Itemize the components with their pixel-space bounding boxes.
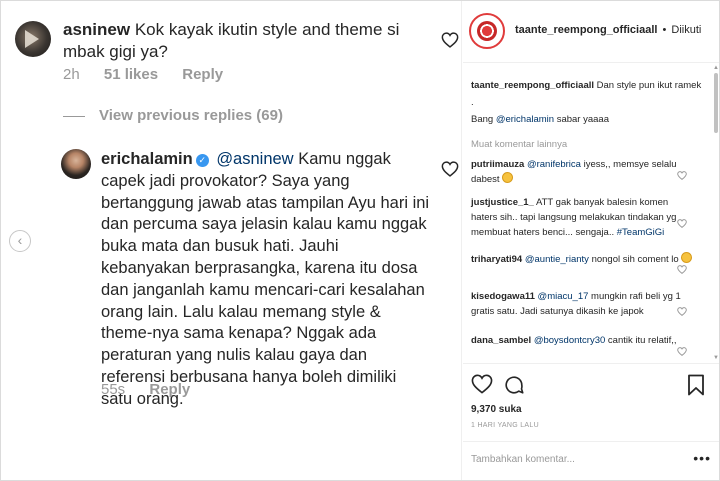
comment-mention[interactable]: @auntie_rianty	[525, 254, 589, 265]
separator: •	[662, 24, 667, 36]
caption-line1: Dan style pun ikut ramek	[596, 80, 702, 91]
sidebar-comment: triharyati94 @auntie_rianty nongol sih c…	[471, 252, 693, 267]
replies-divider	[63, 115, 85, 117]
comment-mention[interactable]: @asninew	[216, 150, 293, 168]
comment-time: 55s	[101, 381, 126, 398]
scroll-up-arrow-icon[interactable]: ▲	[713, 65, 719, 71]
post-header: taante_reempong_officiaall • Diikuti	[463, 1, 719, 63]
previous-post-chevron-icon[interactable]: ‹	[9, 230, 31, 252]
comment-meta: 55s Reply	[101, 381, 210, 398]
post-sidebar: taante_reempong_officiaall • Diikuti taa…	[463, 1, 719, 480]
caption-line3-prefix: Bang	[471, 114, 494, 125]
like-count[interactable]: 9,370 suka	[471, 404, 522, 415]
post-actions: 9,370 suka 1 HARI YANG LALU	[463, 363, 719, 433]
scroll-down-arrow-icon[interactable]: ▼	[713, 355, 719, 361]
sidebar-comment: putriimauza @ranifebrica iyess,, memsye …	[471, 157, 693, 187]
like-comment-heart-icon[interactable]	[441, 32, 459, 48]
post-time: 1 HARI YANG LALU	[471, 422, 539, 429]
comment-username: erichalamin	[101, 150, 193, 168]
verified-badge-icon: ✓	[195, 154, 209, 167]
comment-username[interactable]: dana_sambel	[471, 335, 531, 346]
comment-mention[interactable]: @boysdontcry30	[534, 335, 605, 346]
sidebar-comment: justjustice_1_ ATT gak banyak balesin ko…	[471, 195, 693, 240]
load-more-comments[interactable]: Muat komentar lainnya	[471, 139, 567, 150]
comment-text: nongol sih coment lo	[591, 254, 679, 265]
sidebar-comment: kisedogawa11 @miacu_17 mungkin rafi beli…	[471, 289, 693, 319]
comment-username[interactable]: kisedogawa11	[471, 291, 535, 302]
comment-mention[interactable]: @miacu_17	[538, 291, 589, 302]
reply-button[interactable]: Reply	[182, 66, 223, 83]
more-options-icon[interactable]: •••	[693, 450, 711, 466]
comments-scroll-area[interactable]: taante_reempong_officiaall Dan style pun…	[463, 63, 719, 363]
comment-mention[interactable]: @ranifebrica	[527, 159, 581, 170]
follow-status[interactable]: Diikuti	[671, 24, 701, 36]
like-comment-heart-icon[interactable]	[677, 215, 687, 229]
like-comment-heart-icon[interactable]	[677, 261, 687, 275]
post-caption: taante_reempong_officiaall Dan style pun…	[471, 77, 709, 128]
account-avatar[interactable]	[469, 13, 505, 49]
comment-time: 2h	[63, 66, 80, 83]
grin-emoji-icon	[502, 172, 514, 183]
comment-hashtag[interactable]: #TeamGiGi	[617, 227, 665, 238]
comments-scrollbar[interactable]: ▲ ▼	[713, 63, 719, 363]
caption-line2: .	[471, 97, 474, 108]
like-comment-heart-icon[interactable]	[441, 161, 459, 177]
add-comment-bar: Tambahkan komentar... •••	[463, 441, 719, 480]
sidebar-comment: dana_sambel @boysdontcry30 cantik itu re…	[471, 333, 693, 348]
comment-username[interactable]: putriimauza	[471, 159, 524, 170]
comment-asninew: asninew Kok kayak ikutin style and theme…	[63, 19, 443, 63]
caption-mention[interactable]: @erichalamin	[496, 114, 554, 125]
account-username[interactable]: taante_reempong_officiaall	[515, 24, 657, 36]
like-comment-heart-icon[interactable]	[677, 343, 687, 357]
view-previous-replies-label: View previous replies (69)	[99, 107, 283, 124]
comment-username[interactable]: triharyati94	[471, 254, 522, 265]
account-line: taante_reempong_officiaall • Diikuti	[515, 24, 701, 36]
add-comment-input[interactable]: Tambahkan komentar...	[471, 454, 575, 465]
like-heart-icon[interactable]	[471, 374, 493, 394]
caption-line3-suffix: sabar yaaaa	[556, 114, 609, 125]
comment-username: asninew	[63, 20, 131, 39]
comment-meta: 2h 51 likes Reply	[63, 66, 243, 83]
caption-username[interactable]: taante_reempong_officiaall	[471, 80, 594, 91]
view-previous-replies[interactable]: View previous replies (69)	[63, 107, 283, 124]
comment-username[interactable]: justjustice_1_	[471, 197, 534, 208]
reply-button[interactable]: Reply	[149, 381, 190, 398]
like-comment-heart-icon[interactable]	[677, 303, 687, 317]
scrollbar-thumb[interactable]	[714, 73, 718, 133]
instagram-post-window: asninew Kok kayak ikutin style and theme…	[0, 0, 720, 481]
erichalamin-avatar	[61, 149, 91, 179]
comment-text: cantik itu relatif,,	[607, 335, 677, 346]
comment-likes[interactable]: 51 likes	[104, 66, 158, 83]
asninew-avatar	[15, 21, 51, 57]
comment-bubble-icon[interactable]	[503, 374, 525, 396]
comment-erichalamin: erichalamin ✓ @asninew Kamu nggak capek j…	[101, 149, 431, 411]
post-image-comment-screenshot: asninew Kok kayak ikutin style and theme…	[1, 1, 462, 480]
like-comment-heart-icon[interactable]	[677, 167, 687, 181]
comment-text: Kamu nggak capek jadi provokator? Saya y…	[101, 150, 430, 408]
save-bookmark-icon[interactable]	[687, 374, 705, 396]
